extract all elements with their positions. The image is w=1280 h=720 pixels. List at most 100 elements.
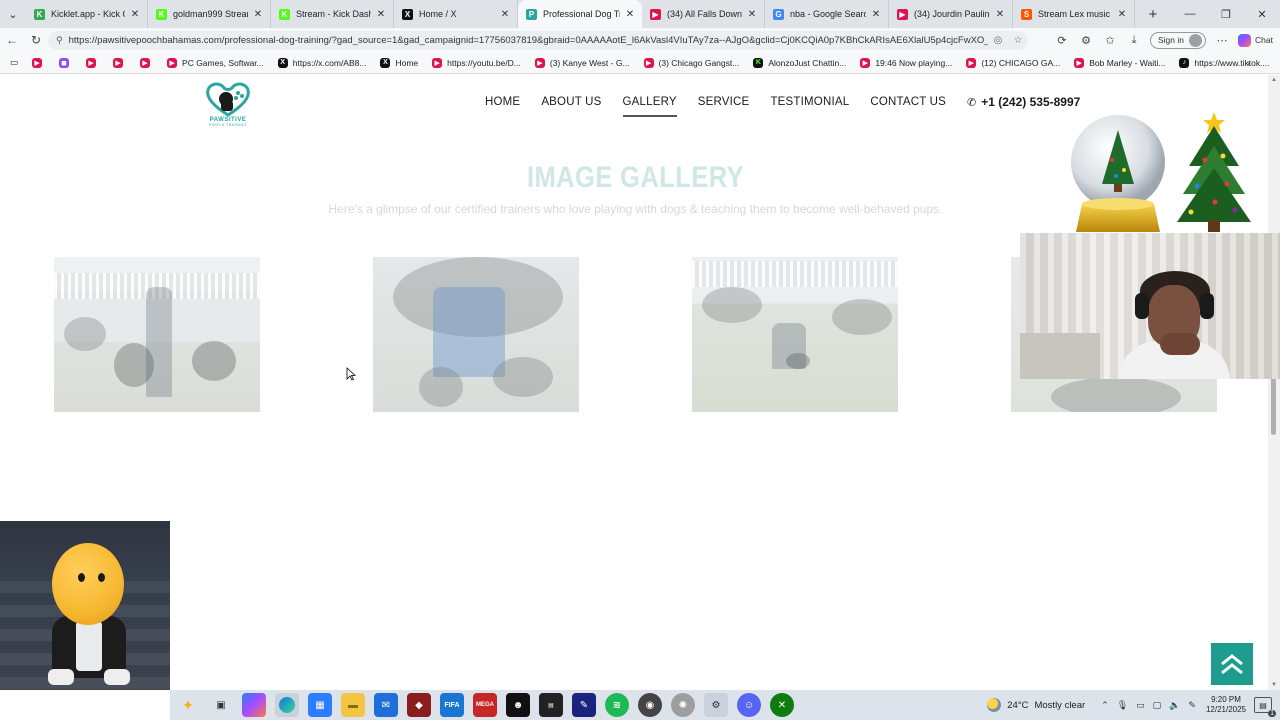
browser-tab[interactable]: KKicklet.app - Kick Chatb✕	[26, 0, 148, 28]
site-info-icon[interactable]: ⚲	[56, 35, 63, 46]
nav-service[interactable]: SERVICE	[698, 96, 750, 108]
bookmark-item[interactable]: ▶ PC Games, Softwar...	[167, 57, 264, 68]
outlook-icon[interactable]: ✉	[374, 693, 398, 717]
extensions-icon[interactable]: ⚙	[1074, 34, 1098, 47]
bookmark-item[interactable]: ▶ (3) Kanye West - G...	[534, 57, 630, 68]
browser-tab[interactable]: ▶(34) All Falls Down - You✕	[642, 0, 765, 28]
show-hidden-icons-icon[interactable]: ⌃	[1101, 700, 1109, 711]
restore-icon[interactable]: ❐	[1208, 0, 1244, 28]
close-window-icon[interactable]: ✕	[1244, 0, 1280, 28]
browser-tab[interactable]: SStream Lex music | Liste✕	[1013, 0, 1135, 28]
camera-icon[interactable]: ▭	[1136, 700, 1145, 711]
microphone-icon[interactable]: 🎙	[1117, 700, 1128, 711]
tab-close-icon[interactable]: ✕	[252, 9, 264, 20]
tab-close-icon[interactable]: ✕	[746, 9, 758, 20]
browser-tab[interactable]: Gnba - Google Search ✕	[765, 0, 889, 28]
bookmark-item[interactable]: ▶ (3) Chicago Gangst...	[643, 57, 739, 68]
minimize-icon[interactable]: —	[1172, 0, 1208, 28]
bookmark-item[interactable]: ▶ 19:46 Now playing...	[860, 57, 952, 68]
tab-close-icon[interactable]: ✕	[870, 9, 882, 20]
nav-gallery[interactable]: GALLERY	[622, 96, 678, 117]
browser-tab-active[interactable]: PProfessional Dog Trainin✕	[518, 0, 642, 28]
bookmark-item[interactable]: ▶ (12) CHICAGO GA...	[966, 57, 1060, 68]
more-menu-icon[interactable]: ⋯	[1210, 34, 1234, 47]
bookmark-item[interactable]: Xhttps://x.com/AB8...	[277, 57, 366, 68]
file-explorer-icon[interactable]: ▬	[341, 693, 365, 717]
bookmark-item[interactable]: K AlonzoJust Chattin...	[753, 57, 846, 68]
back-icon[interactable]: ←	[0, 28, 24, 52]
weather-moon-icon	[987, 698, 1002, 712]
chatgpt-icon[interactable]: ✺	[671, 693, 695, 717]
notifications-icon[interactable]: ▤ 1	[1254, 697, 1276, 717]
recorder-app-icon[interactable]: ◉	[638, 693, 662, 717]
tab-close-icon[interactable]: ✕	[499, 9, 511, 20]
copilot-sparkle-icon[interactable]: ✦	[176, 693, 200, 717]
tab-close-icon[interactable]: ✕	[624, 9, 636, 20]
refresh-extension-icon[interactable]: ⟳	[1050, 34, 1074, 47]
bookmarks-more-icon[interactable]: ›	[1247, 58, 1250, 68]
favorites-icon[interactable]: ✩	[1098, 34, 1122, 47]
speaker-icon[interactable]: 🔈	[1169, 700, 1180, 711]
system-clock[interactable]: 9:20 PM 12/21/2025	[1206, 695, 1246, 715]
xbox-icon[interactable]: ✕	[770, 693, 794, 717]
steam-icon[interactable]: ⚙	[704, 693, 728, 717]
url-input[interactable]: ⚲ https://pawsitivepoochbahamas.com/prof…	[48, 31, 1028, 50]
reload-icon[interactable]: ↻	[24, 28, 48, 52]
bookmark-item[interactable]: ♪ https://www.tiktok....	[1179, 57, 1270, 68]
bookmark-item[interactable]: ▶	[86, 57, 101, 68]
sign-in-button[interactable]: Sign in	[1150, 31, 1206, 49]
bookmark-item[interactable]: ▶	[113, 57, 128, 68]
nav-contact-us[interactable]: CONTACT US	[870, 96, 946, 108]
tab-close-icon[interactable]: ✕	[1116, 9, 1128, 20]
tab-actions-menu-icon[interactable]: ⌄	[0, 0, 26, 28]
bookmark-item[interactable]: ▶ https://youtu.be/D...	[432, 57, 521, 68]
site-logo[interactable]: PAWSITIVE POOCH TRAINING	[201, 79, 255, 129]
scrollbar-thumb[interactable]	[1271, 375, 1276, 435]
phone-link[interactable]: ✆ +1 (242) 535-8997	[967, 95, 1080, 109]
browser-tab[interactable]: KStream - Kick Dashboar✕	[271, 0, 394, 28]
microsoft-store-icon[interactable]: ▦	[308, 693, 332, 717]
bookmark-item[interactable]: ◼	[59, 57, 74, 68]
nav-testimonial[interactable]: TESTIMONIAL	[770, 96, 849, 108]
bookmark-item[interactable]: ▶	[140, 57, 155, 68]
scroll-up-icon[interactable]: ▲	[1270, 77, 1278, 83]
editor-app-icon[interactable]: ✎	[572, 693, 596, 717]
network-icon[interactable]: ▢	[1153, 700, 1162, 711]
bookmark-item[interactable]: ▶	[32, 57, 47, 68]
scroll-down-icon[interactable]: ▼	[1270, 682, 1278, 688]
tab-close-icon[interactable]: ✕	[129, 9, 141, 20]
spotify-icon[interactable]: ≋	[605, 693, 629, 717]
weather-widget[interactable]: 24°C Mostly clear	[987, 698, 1085, 712]
obs-app-icon[interactable]: ▤	[539, 693, 563, 717]
gallery-image[interactable]	[373, 257, 579, 412]
tab-close-icon[interactable]: ✕	[375, 9, 387, 20]
discord-icon[interactable]: ☺	[737, 693, 761, 717]
browser-tab[interactable]: X Home / X ✕	[394, 0, 518, 28]
nav-home[interactable]: HOME	[485, 96, 520, 108]
browser-tab[interactable]: Kgoldman999 Stream - W✕	[148, 0, 271, 28]
copilot-app-icon[interactable]	[242, 693, 266, 717]
gallery-image[interactable]	[692, 257, 898, 412]
page-scrollbar[interactable]: ▲ ▼	[1268, 75, 1280, 690]
game-app-icon[interactable]: ◆	[407, 693, 431, 717]
character-app-icon[interactable]: ☻	[506, 693, 530, 717]
bookmark-item[interactable]: ▶ Bob Marley - Waiti...	[1074, 57, 1165, 68]
nav-about-us[interactable]: ABOUT US	[541, 96, 601, 108]
fifa-game-icon[interactable]: FIFA	[440, 693, 464, 717]
mega-game-icon[interactable]: MEGA	[473, 693, 497, 717]
browser-tab[interactable]: ▶(34) Jourdin Pauline Res✕	[889, 0, 1013, 28]
bookmarks-menu-icon[interactable]: ▭	[10, 57, 18, 68]
scroll-to-top-button[interactable]	[1211, 643, 1253, 685]
edge-browser-icon[interactable]	[275, 693, 299, 717]
gallery-image[interactable]	[54, 257, 260, 412]
favorite-star-icon[interactable]: ☆	[1008, 35, 1028, 46]
copilot-chat-button[interactable]: Chat	[1238, 33, 1273, 47]
bookmark-item[interactable]: X Home	[380, 57, 418, 68]
task-view-icon[interactable]: ▣	[209, 693, 233, 717]
temperature-text: 24°C	[1007, 699, 1029, 711]
tab-close-icon[interactable]: ✕	[994, 9, 1006, 20]
pen-icon[interactable]: ✎	[1188, 700, 1196, 711]
new-tab-icon[interactable]: +	[1141, 6, 1165, 23]
download-icon[interactable]: ⤓	[1122, 34, 1146, 47]
reader-view-icon[interactable]: ◎	[988, 35, 1008, 46]
